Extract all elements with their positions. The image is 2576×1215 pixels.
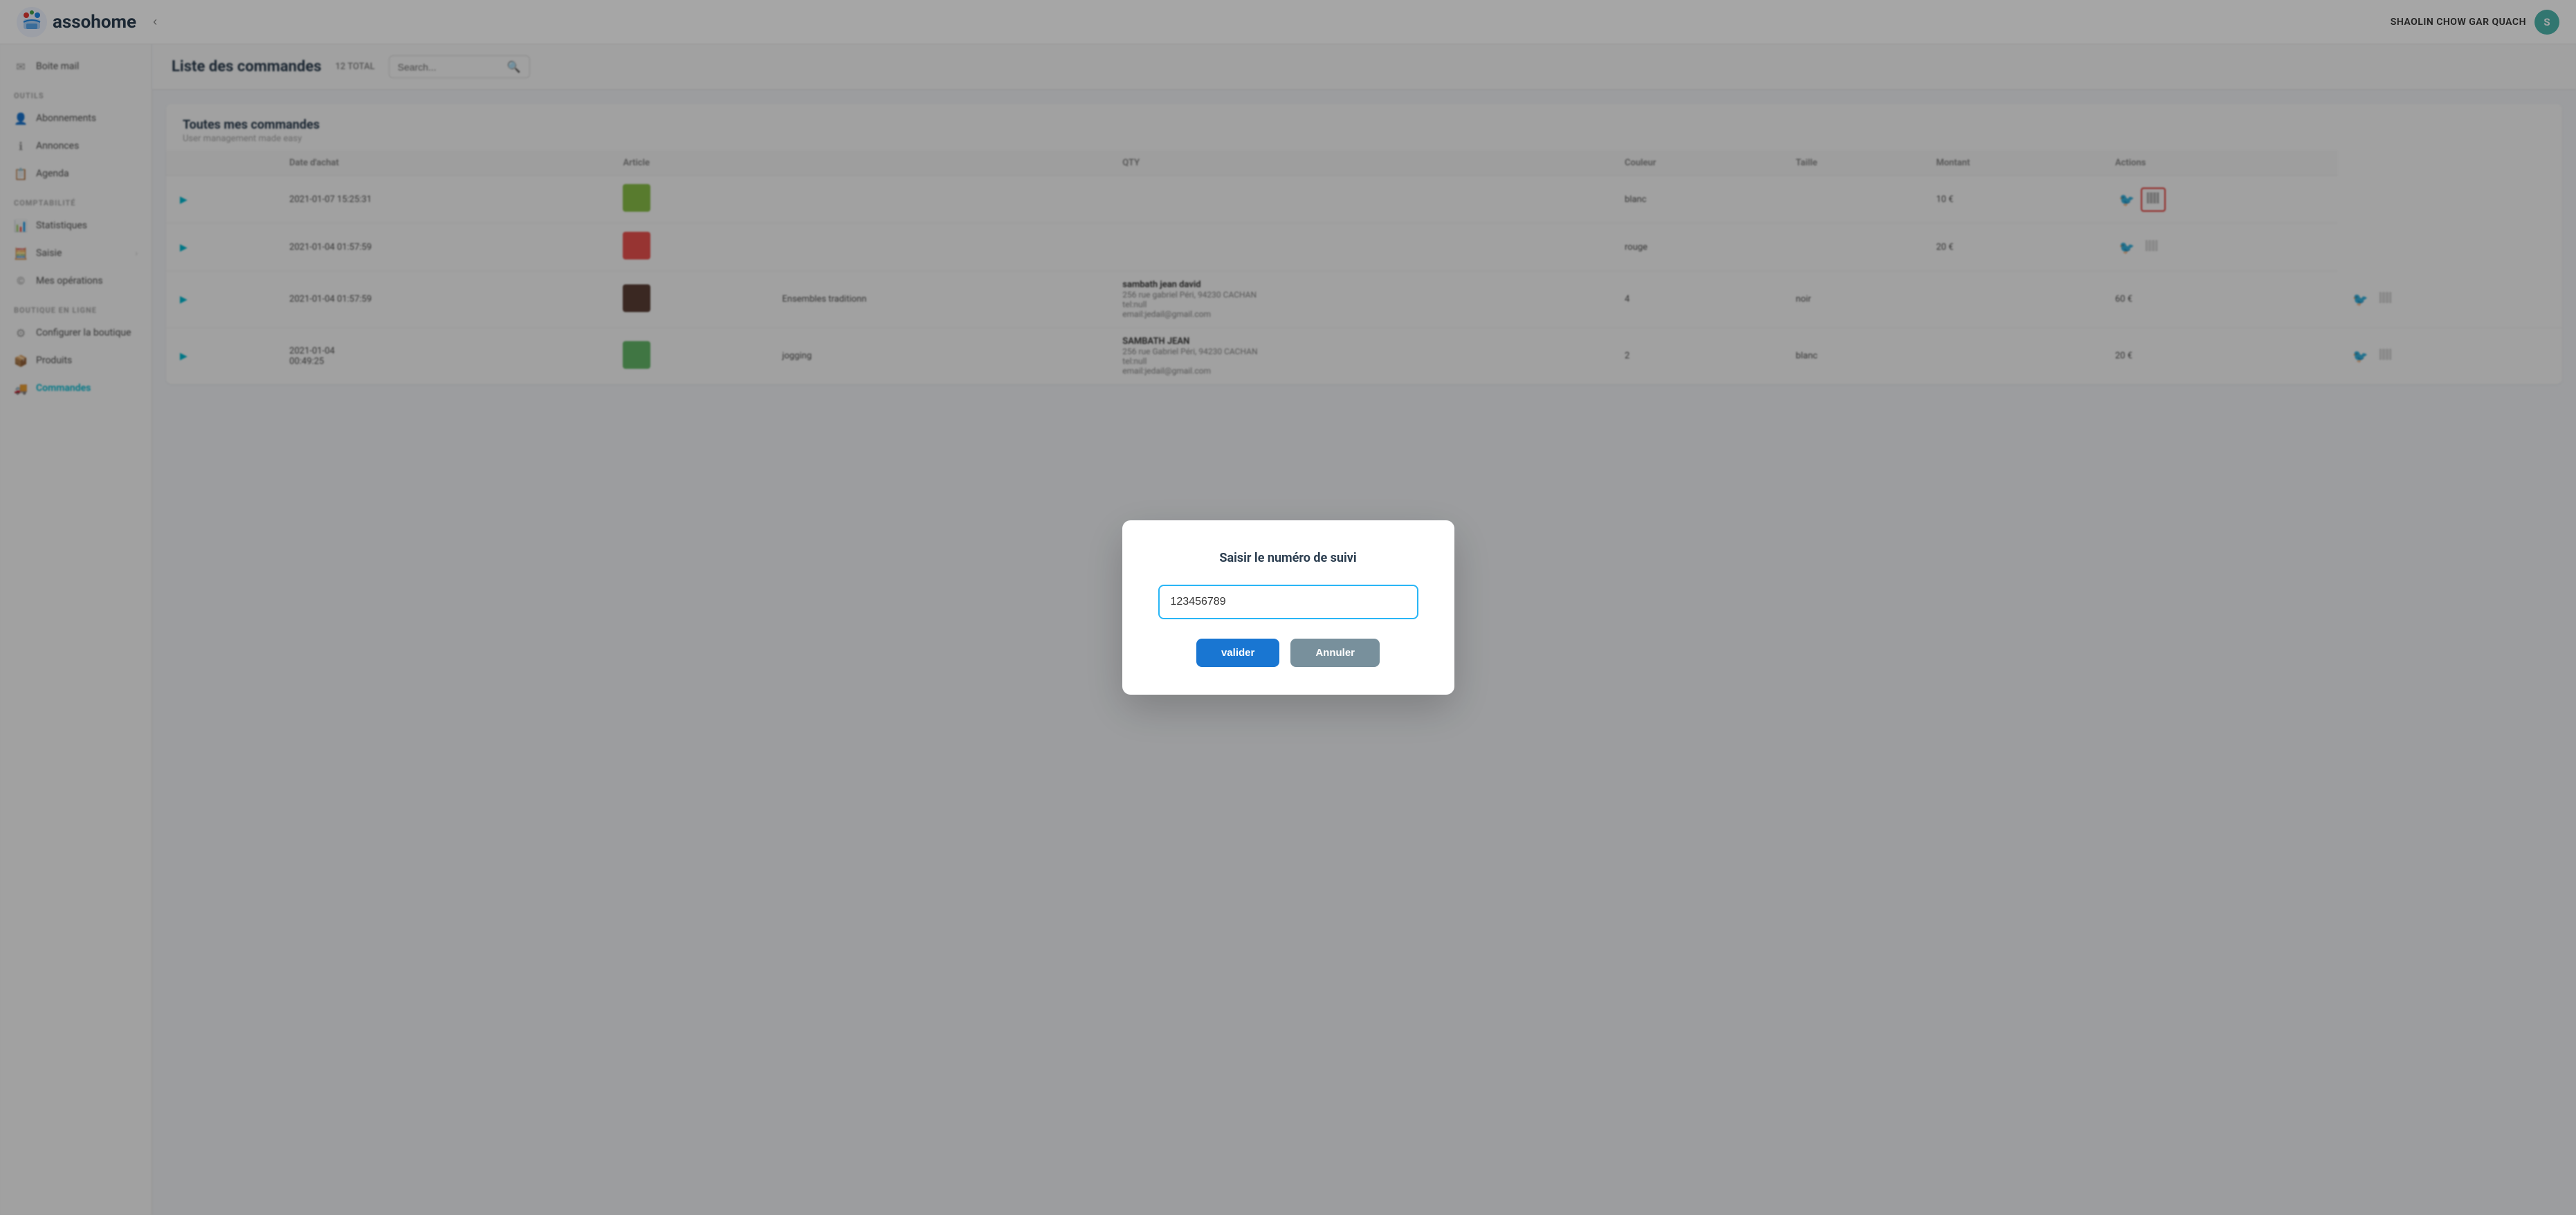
modal-title: Saisir le numéro de suivi — [1158, 551, 1418, 565]
annuler-button[interactable]: Annuler — [1290, 639, 1380, 667]
tracking-number-input[interactable] — [1158, 585, 1418, 619]
valider-button[interactable]: valider — [1196, 639, 1279, 667]
modal-overlay: Saisir le numéro de suivi valider Annule… — [0, 0, 2576, 1215]
modal: Saisir le numéro de suivi valider Annule… — [1122, 520, 1454, 695]
modal-actions: valider Annuler — [1158, 639, 1418, 667]
